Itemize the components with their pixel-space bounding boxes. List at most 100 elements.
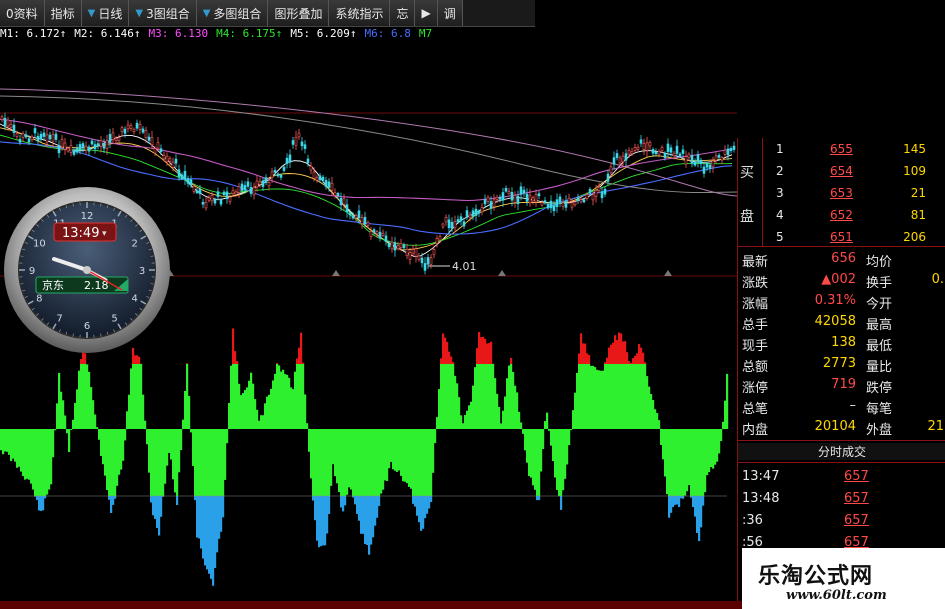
- trade-row: 13:48 657: [738, 488, 945, 510]
- quote-row: 总笔 – 每笔: [738, 395, 945, 417]
- panel-divider: [738, 462, 945, 463]
- quote-row: 涨幅 0.31% 今开: [738, 290, 945, 312]
- quote-row: 总手 42058 最高: [738, 311, 945, 333]
- toolbar-button-label: 多图组合: [213, 6, 262, 21]
- order-price: 651: [830, 230, 853, 244]
- watermark-title: 乐淘公式网: [758, 564, 874, 589]
- clock-number: 8: [36, 294, 42, 305]
- quote-label: 内盘: [742, 423, 769, 438]
- clock-city: 京东: [42, 278, 64, 292]
- toolbar-button-7[interactable]: 忘: [390, 0, 416, 26]
- order-level: 2: [776, 164, 784, 178]
- quote-label: 涨停: [742, 381, 769, 396]
- quote-row: 现手 138 最低: [738, 332, 945, 354]
- trades-header: 分时成交: [738, 443, 945, 460]
- toolbar-button-label: 指标: [50, 6, 75, 21]
- order-price: 655: [830, 142, 853, 156]
- order-book-row[interactable]: 1 655 145: [738, 138, 945, 161]
- status-strip: [0, 601, 745, 609]
- quote-label: 总额: [742, 360, 769, 375]
- quote-value: 42058: [814, 314, 856, 329]
- ma-value-4: M4: 6.175↑: [216, 27, 283, 40]
- quote-value: –: [849, 398, 857, 413]
- clock-number: 6: [84, 321, 90, 332]
- quote-label-2: 换手: [866, 276, 893, 291]
- quote-value: 20104: [814, 419, 856, 434]
- indicator-histogram: [0, 328, 729, 586]
- toolbar-button-3[interactable]: ▼ 3图组合: [129, 0, 197, 26]
- low-price-label: 4.01: [452, 260, 477, 273]
- order-level: 1: [776, 142, 784, 156]
- quote-row: 最新 656 均价: [738, 248, 945, 270]
- order-level: 4: [776, 208, 784, 222]
- quote-label: 总手: [742, 318, 769, 333]
- quote-label-2: 外盘: [866, 423, 893, 438]
- dropdown-arrow-icon: ▼: [202, 7, 211, 19]
- toolbar-button-5[interactable]: 图形叠加: [268, 0, 330, 26]
- quote-label-2: 跌停: [866, 381, 893, 396]
- toolbar-button-6[interactable]: 系统指示: [329, 0, 391, 26]
- toolbar-button-0[interactable]: 0资料: [0, 0, 45, 26]
- order-price: 654: [830, 164, 853, 178]
- ma-value-2: M2: 6.146↑: [74, 27, 141, 40]
- site-watermark: 乐淘公式网 www.60lt.com: [742, 548, 945, 609]
- order-book-row[interactable]: 2 654 109: [738, 160, 945, 183]
- toolbar-button-label: 日线: [98, 6, 123, 21]
- order-price: 653: [830, 186, 853, 200]
- clock-number: 9: [29, 266, 35, 277]
- dropdown-arrow-icon: ▼: [87, 7, 96, 19]
- order-volume: 145: [903, 142, 926, 156]
- ma-value-6: M6: 6.8: [364, 27, 411, 40]
- order-book-row[interactable]: 4 652 81: [738, 204, 945, 227]
- order-volume: 81: [910, 208, 926, 222]
- svg-text:▾: ▾: [102, 229, 107, 239]
- quote-row: 内盘 20104 外盘 21: [738, 416, 945, 438]
- quote-value: 138: [831, 335, 856, 350]
- toolbar-button-2[interactable]: ▼ 日线: [81, 0, 130, 26]
- clock-number: 7: [56, 314, 62, 325]
- quote-label: 现手: [742, 339, 769, 354]
- quote-value: 0.31%: [814, 293, 856, 308]
- toolbar-button-4[interactable]: ▼ 多图组合: [196, 0, 269, 26]
- quote-value: 656: [831, 251, 856, 266]
- quote-label-2: 每笔: [866, 402, 893, 417]
- play-icon[interactable]: ▶: [415, 0, 438, 26]
- order-price: 652: [830, 208, 853, 222]
- quote-row: 涨跌 ▲002 换手 0.: [738, 269, 945, 291]
- ma-value-1: M1: 6.172↑: [0, 27, 67, 40]
- quote-label-2: 今开: [866, 297, 893, 312]
- toolbar-button-1[interactable]: 指标: [44, 0, 82, 26]
- quote-label: 总笔: [742, 402, 769, 417]
- trade-price: 657: [844, 513, 869, 528]
- quote-value: ▲002: [821, 272, 856, 287]
- toolbar-button-8[interactable]: 调: [437, 0, 463, 26]
- quote-label-2: 最高: [866, 318, 893, 333]
- quote-row: 涨停 719 跌停: [738, 374, 945, 396]
- dropdown-arrow-icon: ▼: [135, 7, 144, 19]
- ma-value-3: M3: 6.130: [148, 27, 209, 40]
- toolbar-button-label: 0资料: [6, 6, 38, 21]
- ma-value-7: M7: [418, 27, 433, 40]
- clock-number: 12: [81, 211, 94, 222]
- trade-row: :36 657: [738, 510, 945, 532]
- quote-row: 总额 2773 量比: [738, 353, 945, 375]
- toolbar-button-label: 调: [443, 6, 456, 21]
- toolbar-button-label: 忘: [396, 6, 409, 21]
- quote-value: 2773: [822, 356, 856, 371]
- order-book-row[interactable]: 3 653 21: [738, 182, 945, 205]
- chart-toolbar: 0资料 指标 ▼ 日线 ▼ 3图组合 ▼ 多图组合 图形叠加 系统指示忘 ▶ 调: [0, 0, 535, 27]
- trade-time: 13:47: [742, 469, 780, 484]
- watermark-url: www.60lt.com: [786, 588, 887, 603]
- trade-time: 13:48: [742, 491, 780, 506]
- order-level: 5: [776, 230, 784, 244]
- quote-value-2: 0.: [931, 272, 944, 287]
- quote-panel: 买盘 1 655 145 2 654 109 3 653 21 4 652 81 5 651 206 最新 656…: [737, 138, 945, 609]
- quote-value: 719: [831, 377, 856, 392]
- quote-label-2: 最低: [866, 339, 893, 354]
- clock-number: 4: [131, 294, 137, 305]
- quote-label: 涨跌: [742, 276, 769, 291]
- toolbar-button-label: 图形叠加: [274, 6, 323, 21]
- moving-average-bar: M1: 6.172↑ M2: 6.146↑ M3: 6.130 M4: 6.175↑ M…: [0, 27, 535, 43]
- order-volume: 206: [903, 230, 926, 244]
- clock-widget: 121234567891011 13:49 ▾ 京东 2.18: [4, 187, 170, 353]
